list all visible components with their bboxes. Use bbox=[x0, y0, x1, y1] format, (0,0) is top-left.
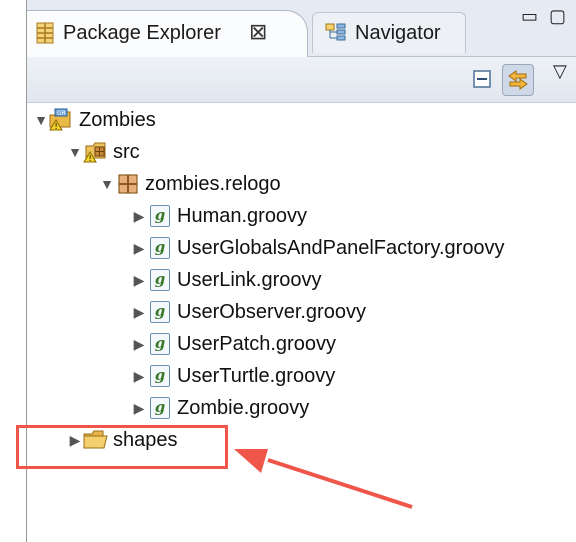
annotation-arrow bbox=[234, 449, 413, 509]
